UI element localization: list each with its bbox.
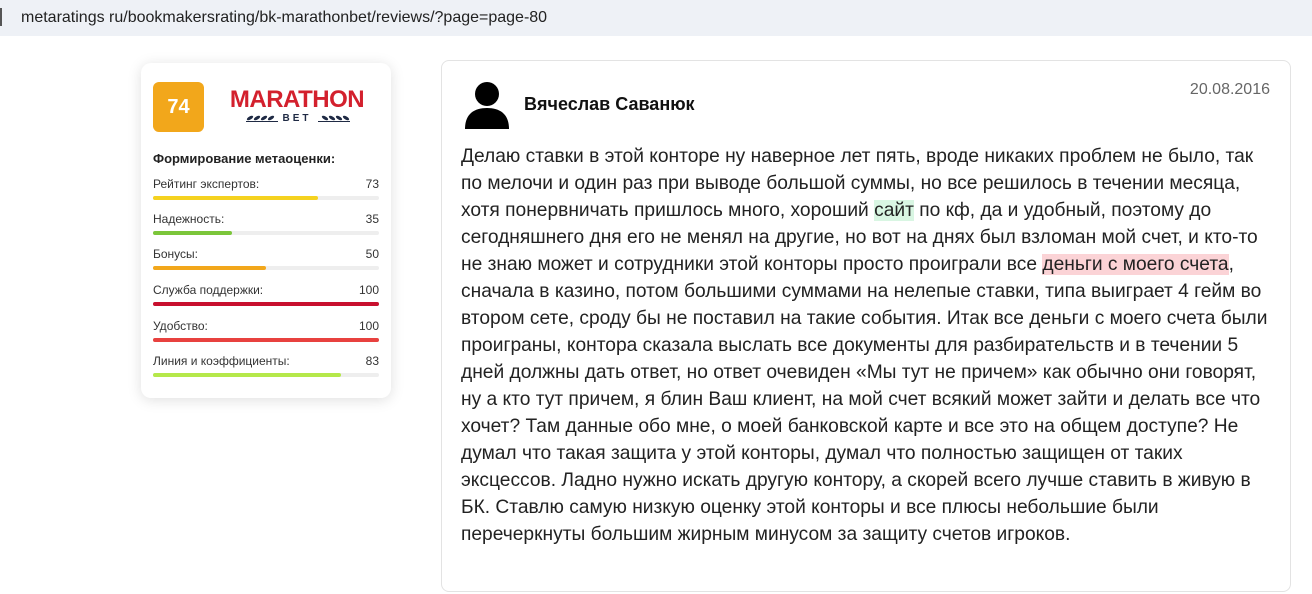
metric-row-bonuses: Бонусы: 50 [153, 247, 379, 277]
metric-value: 100 [358, 283, 379, 297]
highlight-green: сайт [874, 200, 914, 221]
metric-row-support: Служба поддержки: 100 [153, 283, 379, 313]
metric-bar-track [153, 231, 379, 235]
metric-bar-fill [153, 373, 341, 377]
metric-bar-track [153, 266, 379, 270]
review-body: Делаю ставки в этой конторе ну наверное … [461, 143, 1273, 548]
metric-row-usability: Удобство: 100 [153, 319, 379, 349]
user-avatar-icon [465, 82, 509, 129]
metric-bar-fill [153, 266, 266, 270]
logo-wordmark: MARATHON [229, 86, 365, 113]
metric-bar-fill [153, 338, 379, 342]
metric-label: Бонусы: [153, 247, 198, 261]
metric-bar-track [153, 302, 379, 306]
metric-row-reliability: Надежность: 35 [153, 212, 379, 242]
metric-value: 50 [365, 247, 379, 261]
laurel-right-icon [318, 115, 350, 122]
metric-label: Рейтинг экспертов: [153, 177, 260, 191]
metric-label: Надежность: [153, 212, 225, 226]
review-text-part: , сначала в казино, потом большими сумма… [461, 254, 1268, 545]
review-author: Вячеслав Саванюк [524, 94, 695, 114]
metric-value: 35 [365, 212, 379, 226]
marathonbet-logo[interactable]: MARATHON BET [226, 87, 368, 127]
meta-score-badge: 74 [153, 82, 204, 132]
metric-value: 83 [365, 354, 379, 368]
metric-label: Удобство: [153, 319, 208, 333]
metric-bar-fill [153, 196, 318, 200]
text-cursor [0, 8, 2, 26]
metric-label: Линия и коэффициенты: [153, 354, 290, 368]
metric-row-odds: Линия и коэффициенты: 83 [153, 354, 379, 384]
metric-bar-track [153, 373, 379, 377]
rating-card: 74 MARATHON BET Формирование метаоценки: [141, 63, 391, 398]
metric-bar-fill [153, 231, 233, 235]
highlight-red: деньги с моего счета [1042, 254, 1229, 275]
address-url[interactable]: metaratings ru/bookmakersrating/bk-marat… [21, 9, 547, 27]
review-card: Вячеслав Саванюк 20.08.2016 Делаю ставки… [441, 60, 1291, 592]
metric-value: 73 [365, 177, 379, 191]
metric-row-experts: Рейтинг экспертов: 73 [153, 177, 379, 207]
metric-bar-track [153, 196, 379, 200]
metrics-title: Формирование метаоценки: [153, 151, 336, 166]
metric-label: Служба поддержки: [153, 283, 264, 297]
review-date: 20.08.2016 [1189, 81, 1270, 98]
metric-bar-track [153, 338, 379, 342]
metric-value: 100 [358, 319, 379, 333]
address-bar[interactable]: metaratings ru/bookmakersrating/bk-marat… [0, 0, 1312, 36]
metric-bar-fill [153, 302, 379, 306]
